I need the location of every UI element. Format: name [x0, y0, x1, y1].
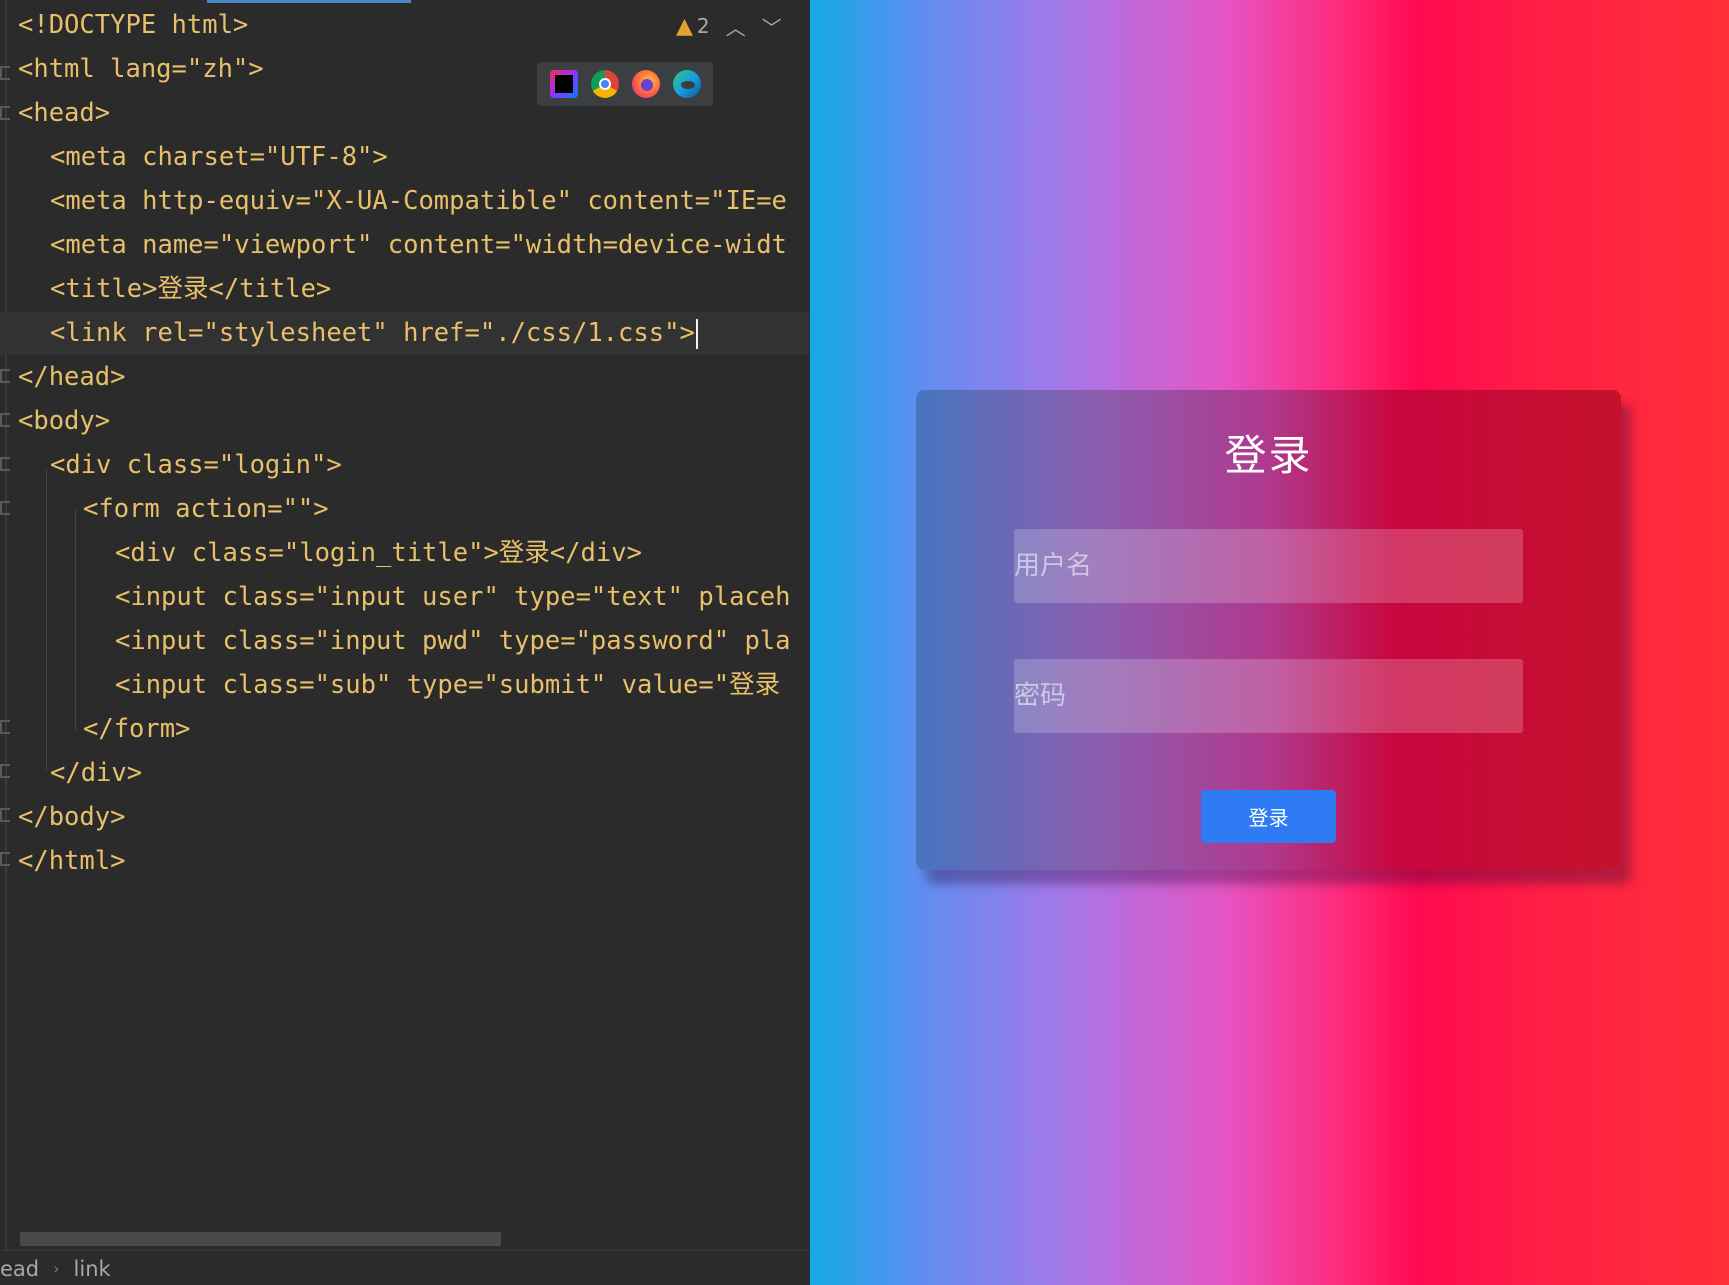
code-line-15: <input class="input pwd" type="password"… — [115, 626, 791, 656]
code-line-1: <!DOCTYPE html> — [18, 10, 249, 40]
password-input[interactable] — [1014, 659, 1523, 733]
code-line-13: <div class="login_title">登录</div> — [115, 538, 642, 568]
code-line-14: <input class="input user" type="text" pl… — [115, 582, 791, 612]
username-input[interactable] — [1014, 529, 1523, 603]
login-submit-button[interactable]: 登录 — [1201, 790, 1336, 843]
breadcrumb: ead › link — [0, 1250, 810, 1285]
code-line-19: </body> — [18, 802, 126, 832]
code-line-4: <meta charset="UTF-8"> — [50, 142, 388, 172]
login-title: 登录 — [1224, 431, 1313, 480]
code-line-17: </form> — [83, 714, 191, 744]
code-line-10: <body> — [18, 406, 111, 436]
login-card: 登录 登录 — [916, 390, 1621, 870]
code-line-5: <meta http-equiv="X-UA-Compatible" conte… — [50, 186, 787, 216]
text-caret — [695, 319, 698, 349]
code-line-16: <input class="sub" type="submit" value="… — [115, 670, 781, 700]
code-editor[interactable]: ▲ 2 ︿ ﹀ <!DOCTYPE html> <html lang="zh">… — [0, 0, 810, 1285]
breadcrumb-item-link[interactable]: link — [74, 1257, 111, 1281]
code-line-12: <form action=""> — [83, 494, 329, 524]
horizontal-scrollbar[interactable] — [20, 1232, 501, 1246]
code-line-20: </html> — [18, 846, 126, 876]
code-line-9: </head> — [18, 362, 126, 392]
active-tab-indicator — [207, 0, 411, 3]
code-line-7: <title>登录</title> — [50, 274, 332, 304]
code-line-2: <html lang="zh"> — [18, 54, 264, 84]
chevron-right-icon: › — [53, 1259, 60, 1278]
code-line-8: <link rel="stylesheet" href="./css/1.css… — [0, 312, 810, 355]
code-line-3: <head> — [18, 98, 111, 128]
code-line-6: <meta name="viewport" content="width=dev… — [50, 230, 787, 260]
breadcrumb-item-head[interactable]: ead — [0, 1257, 39, 1281]
code-line-11: <div class="login"> — [50, 450, 342, 480]
browser-preview: 登录 登录 — [810, 0, 1729, 1285]
code-line-18: </div> — [50, 758, 143, 788]
